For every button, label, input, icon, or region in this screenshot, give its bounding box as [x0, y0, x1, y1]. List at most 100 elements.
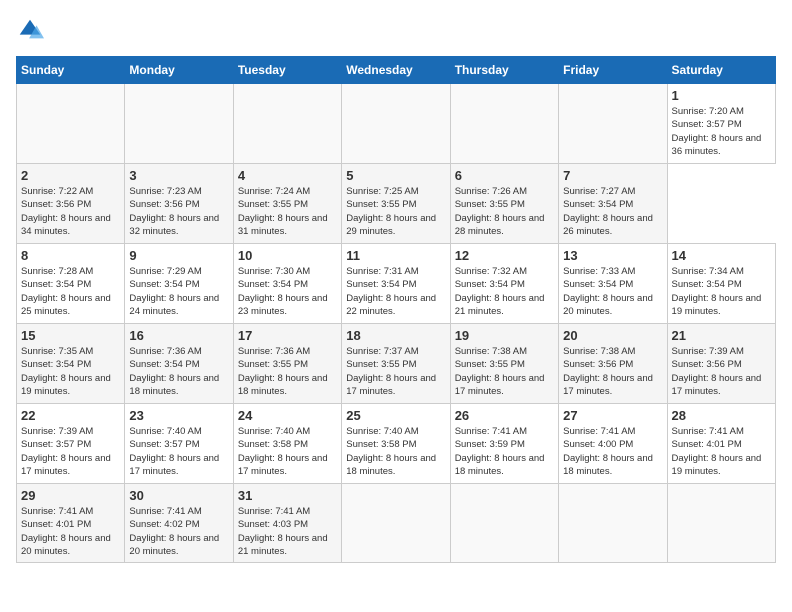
calendar-week-row: 22 Sunrise: 7:39 AMSunset: 3:57 PMDayligh… — [17, 404, 776, 484]
day-number: 24 — [238, 408, 337, 423]
day-info: Sunrise: 7:32 AMSunset: 3:54 PMDaylight:… — [455, 266, 545, 317]
day-info: Sunrise: 7:39 AMSunset: 3:57 PMDaylight:… — [21, 426, 111, 477]
empty-cell — [17, 84, 125, 164]
day-info: Sunrise: 7:38 AMSunset: 3:56 PMDaylight:… — [563, 346, 653, 397]
calendar-day-cell: 28 Sunrise: 7:41 AMSunset: 4:01 PMDayligh… — [667, 404, 775, 484]
calendar-day-cell: 26 Sunrise: 7:41 AMSunset: 3:59 PMDayligh… — [450, 404, 558, 484]
calendar-day-cell: 16 Sunrise: 7:36 AMSunset: 3:54 PMDayligh… — [125, 324, 233, 404]
day-number: 25 — [346, 408, 445, 423]
calendar-week-row: 8 Sunrise: 7:28 AMSunset: 3:54 PMDaylight… — [17, 244, 776, 324]
day-number: 10 — [238, 248, 337, 263]
calendar-day-cell: 27 Sunrise: 7:41 AMSunset: 4:00 PMDayligh… — [559, 404, 667, 484]
calendar-week-row: 2Sunrise: 7:22 AMSunset: 3:56 PMDaylight… — [17, 164, 776, 244]
calendar-week-row: 15 Sunrise: 7:35 AMSunset: 3:54 PMDayligh… — [17, 324, 776, 404]
calendar-day-cell: 29 Sunrise: 7:41 AMSunset: 4:01 PMDayligh… — [17, 484, 125, 563]
empty-cell — [450, 84, 558, 164]
calendar-day-cell — [450, 484, 558, 563]
day-info: Sunrise: 7:28 AMSunset: 3:54 PMDaylight:… — [21, 266, 111, 317]
day-number: 12 — [455, 248, 554, 263]
calendar-day-cell: 30 Sunrise: 7:41 AMSunset: 4:02 PMDayligh… — [125, 484, 233, 563]
calendar-day-cell: 6Sunrise: 7:26 AMSunset: 3:55 PMDaylight… — [450, 164, 558, 244]
day-number: 28 — [672, 408, 771, 423]
day-number: 29 — [21, 488, 120, 503]
weekday-header: Thursday — [450, 57, 558, 84]
day-number: 11 — [346, 248, 445, 263]
day-number: 30 — [129, 488, 228, 503]
day-info: Sunrise: 7:41 AMSunset: 4:01 PMDaylight:… — [21, 506, 111, 557]
calendar-week-row: 29 Sunrise: 7:41 AMSunset: 4:01 PMDayligh… — [17, 484, 776, 563]
day-number: 16 — [129, 328, 228, 343]
calendar-day-cell: 21 Sunrise: 7:39 AMSunset: 3:56 PMDayligh… — [667, 324, 775, 404]
weekday-header: Monday — [125, 57, 233, 84]
weekday-header: Saturday — [667, 57, 775, 84]
day-info: Sunrise: 7:24 AMSunset: 3:55 PMDaylight:… — [238, 186, 328, 237]
calendar-day-cell: 1Sunrise: 7:20 AMSunset: 3:57 PMDaylight… — [667, 84, 775, 164]
day-number: 4 — [238, 168, 337, 183]
day-info: Sunrise: 7:25 AMSunset: 3:55 PMDaylight:… — [346, 186, 436, 237]
day-info: Sunrise: 7:36 AMSunset: 3:54 PMDaylight:… — [129, 346, 219, 397]
calendar-day-cell: 15 Sunrise: 7:35 AMSunset: 3:54 PMDayligh… — [17, 324, 125, 404]
day-info: Sunrise: 7:30 AMSunset: 3:54 PMDaylight:… — [238, 266, 328, 317]
page-header — [16, 16, 776, 44]
logo-icon — [16, 16, 44, 44]
day-info: Sunrise: 7:23 AMSunset: 3:56 PMDaylight:… — [129, 186, 219, 237]
day-info: Sunrise: 7:37 AMSunset: 3:55 PMDaylight:… — [346, 346, 436, 397]
calendar-day-cell: 22 Sunrise: 7:39 AMSunset: 3:57 PMDayligh… — [17, 404, 125, 484]
day-info: Sunrise: 7:31 AMSunset: 3:54 PMDaylight:… — [346, 266, 436, 317]
day-info: Sunrise: 7:33 AMSunset: 3:54 PMDaylight:… — [563, 266, 653, 317]
day-info: Sunrise: 7:40 AMSunset: 3:57 PMDaylight:… — [129, 426, 219, 477]
day-number: 9 — [129, 248, 228, 263]
weekday-header: Friday — [559, 57, 667, 84]
day-info: Sunrise: 7:41 AMSunset: 4:01 PMDaylight:… — [672, 426, 762, 477]
weekday-header: Tuesday — [233, 57, 341, 84]
day-info: Sunrise: 7:29 AMSunset: 3:54 PMDaylight:… — [129, 266, 219, 317]
calendar-week-row: 1Sunrise: 7:20 AMSunset: 3:57 PMDaylight… — [17, 84, 776, 164]
day-number: 7 — [563, 168, 662, 183]
day-number: 3 — [129, 168, 228, 183]
empty-cell — [342, 84, 450, 164]
weekday-header: Wednesday — [342, 57, 450, 84]
day-info: Sunrise: 7:41 AMSunset: 4:03 PMDaylight:… — [238, 506, 328, 557]
day-info: Sunrise: 7:35 AMSunset: 3:54 PMDaylight:… — [21, 346, 111, 397]
calendar-day-cell: 12 Sunrise: 7:32 AMSunset: 3:54 PMDayligh… — [450, 244, 558, 324]
day-info: Sunrise: 7:40 AMSunset: 3:58 PMDaylight:… — [346, 426, 436, 477]
calendar-day-cell: 13Sunrise: 7:33 AMSunset: 3:54 PMDayligh… — [559, 244, 667, 324]
logo — [16, 16, 48, 44]
calendar-day-cell: 11 Sunrise: 7:31 AMSunset: 3:54 PMDayligh… — [342, 244, 450, 324]
day-info: Sunrise: 7:27 AMSunset: 3:54 PMDaylight:… — [563, 186, 653, 237]
calendar-day-cell: 10 Sunrise: 7:30 AMSunset: 3:54 PMDayligh… — [233, 244, 341, 324]
day-number: 21 — [672, 328, 771, 343]
day-number: 18 — [346, 328, 445, 343]
calendar-day-cell: 4 Sunrise: 7:24 AMSunset: 3:55 PMDaylight… — [233, 164, 341, 244]
day-number: 5 — [346, 168, 445, 183]
day-info: Sunrise: 7:39 AMSunset: 3:56 PMDaylight:… — [672, 346, 762, 397]
day-number: 27 — [563, 408, 662, 423]
empty-cell — [125, 84, 233, 164]
day-number: 22 — [21, 408, 120, 423]
day-info: Sunrise: 7:36 AMSunset: 3:55 PMDaylight:… — [238, 346, 328, 397]
day-number: 8 — [21, 248, 120, 263]
day-info: Sunrise: 7:34 AMSunset: 3:54 PMDaylight:… — [672, 266, 762, 317]
calendar-day-cell: 20 Sunrise: 7:38 AMSunset: 3:56 PMDayligh… — [559, 324, 667, 404]
calendar-day-cell: 7 Sunrise: 7:27 AMSunset: 3:54 PMDaylight… — [559, 164, 667, 244]
calendar-day-cell — [342, 484, 450, 563]
calendar-day-cell: 8 Sunrise: 7:28 AMSunset: 3:54 PMDaylight… — [17, 244, 125, 324]
day-info: Sunrise: 7:40 AMSunset: 3:58 PMDaylight:… — [238, 426, 328, 477]
day-info: Sunrise: 7:20 AMSunset: 3:57 PMDaylight:… — [672, 106, 762, 157]
empty-cell — [559, 84, 667, 164]
calendar-day-cell — [559, 484, 667, 563]
calendar-day-cell: 23Sunrise: 7:40 AMSunset: 3:57 PMDayligh… — [125, 404, 233, 484]
day-number: 2 — [21, 168, 120, 183]
calendar-day-cell: 5 Sunrise: 7:25 AMSunset: 3:55 PMDaylight… — [342, 164, 450, 244]
calendar-header-row: SundayMondayTuesdayWednesdayThursdayFrid… — [17, 57, 776, 84]
day-info: Sunrise: 7:41 AMSunset: 4:00 PMDaylight:… — [563, 426, 653, 477]
day-number: 20 — [563, 328, 662, 343]
day-number: 26 — [455, 408, 554, 423]
day-info: Sunrise: 7:41 AMSunset: 4:02 PMDaylight:… — [129, 506, 219, 557]
calendar-day-cell: 3 Sunrise: 7:23 AMSunset: 3:56 PMDaylight… — [125, 164, 233, 244]
calendar-table: SundayMondayTuesdayWednesdayThursdayFrid… — [16, 56, 776, 563]
calendar-day-cell: 24 Sunrise: 7:40 AMSunset: 3:58 PMDayligh… — [233, 404, 341, 484]
day-number: 14 — [672, 248, 771, 263]
day-info: Sunrise: 7:41 AMSunset: 3:59 PMDaylight:… — [455, 426, 545, 477]
day-number: 15 — [21, 328, 120, 343]
